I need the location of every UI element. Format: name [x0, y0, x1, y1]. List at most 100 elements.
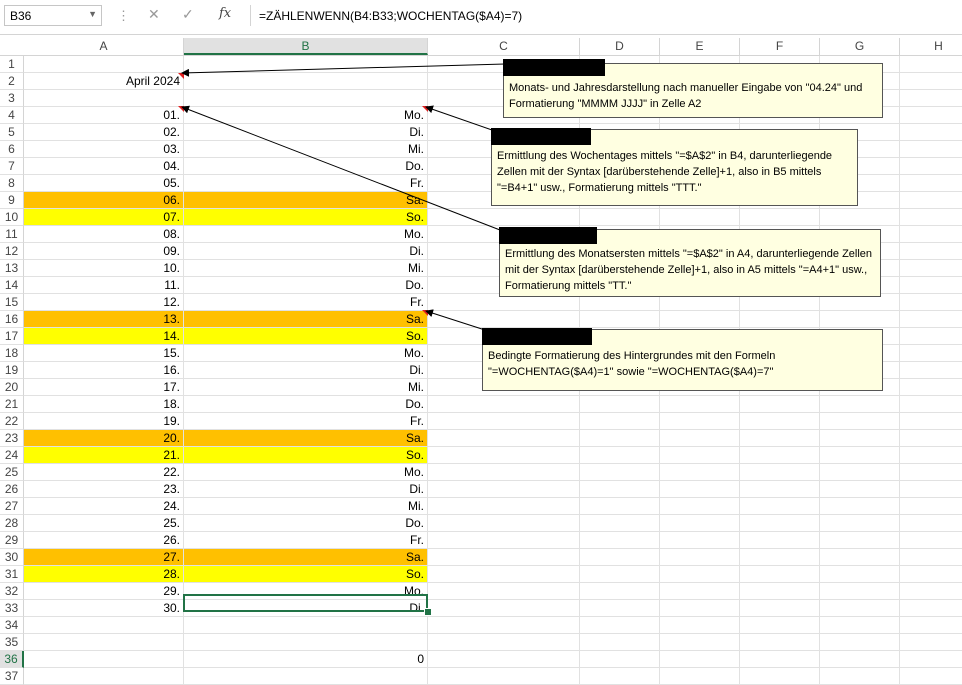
cell-b[interactable]	[184, 668, 428, 685]
row-header[interactable]: 7	[0, 158, 24, 175]
comment-indicator-a2[interactable]	[178, 73, 184, 79]
cell-empty[interactable]	[428, 515, 580, 532]
cell-b[interactable]: Do.	[184, 277, 428, 294]
cell-a[interactable]: 14.	[24, 328, 184, 345]
cell-empty[interactable]	[428, 617, 580, 634]
cell-a[interactable]	[24, 617, 184, 634]
cell-empty[interactable]	[580, 311, 660, 328]
row-header[interactable]: 32	[0, 583, 24, 600]
cell-a[interactable]: 04.	[24, 158, 184, 175]
column-header-g[interactable]: G	[820, 38, 900, 55]
cell-empty[interactable]	[428, 447, 580, 464]
cell-a[interactable]: 30.	[24, 600, 184, 617]
row-header[interactable]: 22	[0, 413, 24, 430]
cell-empty[interactable]	[900, 294, 962, 311]
fx-icon[interactable]: fx	[219, 6, 231, 21]
cell-empty[interactable]	[428, 430, 580, 447]
cell-b[interactable]: Fr.	[184, 413, 428, 430]
cell-b[interactable]: Mo.	[184, 583, 428, 600]
row-header[interactable]: 35	[0, 634, 24, 651]
cell-b[interactable]: Mi.	[184, 141, 428, 158]
row-header[interactable]: 17	[0, 328, 24, 345]
cell-b[interactable]: Di.	[184, 481, 428, 498]
cell-empty[interactable]	[660, 634, 740, 651]
cell-empty[interactable]	[580, 583, 660, 600]
cell-empty[interactable]	[900, 175, 962, 192]
comment-indicator-b4[interactable]	[422, 106, 428, 112]
cell-empty[interactable]	[660, 413, 740, 430]
row-header[interactable]: 26	[0, 481, 24, 498]
cell-empty[interactable]	[740, 532, 820, 549]
cell-empty[interactable]	[740, 600, 820, 617]
cell-empty[interactable]	[740, 668, 820, 685]
cell-a[interactable]: 20.	[24, 430, 184, 447]
cell-a[interactable]: 22.	[24, 464, 184, 481]
cell-empty[interactable]	[900, 311, 962, 328]
row-header[interactable]: 8	[0, 175, 24, 192]
cell-empty[interactable]	[900, 158, 962, 175]
cell-empty[interactable]	[900, 277, 962, 294]
cell-a[interactable]: 02.	[24, 124, 184, 141]
cell-empty[interactable]	[580, 464, 660, 481]
cell-empty[interactable]	[660, 498, 740, 515]
column-header-c[interactable]: C	[428, 38, 580, 55]
row-header[interactable]: 14	[0, 277, 24, 294]
cell-empty[interactable]	[900, 192, 962, 209]
cell-empty[interactable]	[580, 430, 660, 447]
cell-b[interactable]: 0	[184, 651, 428, 668]
cell-a[interactable]: April 2024	[24, 73, 184, 90]
cell-empty[interactable]	[428, 634, 580, 651]
cell-empty[interactable]	[428, 498, 580, 515]
cell-empty[interactable]	[428, 566, 580, 583]
row-header[interactable]: 23	[0, 430, 24, 447]
cell-empty[interactable]	[660, 549, 740, 566]
row-header[interactable]: 10	[0, 209, 24, 226]
row-header[interactable]: 11	[0, 226, 24, 243]
cell-empty[interactable]	[820, 464, 900, 481]
cell-a[interactable]: 06.	[24, 192, 184, 209]
cell-a[interactable]	[24, 634, 184, 651]
cell-empty[interactable]	[660, 651, 740, 668]
column-header-b[interactable]: B	[184, 38, 428, 55]
cell-empty[interactable]	[900, 56, 962, 73]
cell-b[interactable]	[184, 90, 428, 107]
row-header[interactable]: 15	[0, 294, 24, 311]
cell-b[interactable]	[184, 617, 428, 634]
cell-b[interactable]: Sa.	[184, 549, 428, 566]
cell-empty[interactable]	[820, 634, 900, 651]
cell-empty[interactable]	[900, 498, 962, 515]
cell-a[interactable]: 15.	[24, 345, 184, 362]
cell-empty[interactable]	[580, 566, 660, 583]
comment-indicator-a4[interactable]	[178, 106, 184, 112]
cell-a[interactable]: 03.	[24, 141, 184, 158]
cell-a[interactable]	[24, 668, 184, 685]
cell-a[interactable]: 27.	[24, 549, 184, 566]
cell-empty[interactable]	[820, 413, 900, 430]
cell-b[interactable]	[184, 56, 428, 73]
cell-empty[interactable]	[740, 583, 820, 600]
cell-empty[interactable]	[900, 532, 962, 549]
cell-empty[interactable]	[740, 498, 820, 515]
row-header[interactable]: 29	[0, 532, 24, 549]
cell-b[interactable]: Fr.	[184, 532, 428, 549]
column-header-d[interactable]: D	[580, 38, 660, 55]
cell-empty[interactable]	[900, 396, 962, 413]
cell-b[interactable]: Sa.	[184, 430, 428, 447]
cell-empty[interactable]	[428, 413, 580, 430]
cell-b[interactable]: So.	[184, 209, 428, 226]
cell-empty[interactable]	[740, 447, 820, 464]
cell-empty[interactable]	[900, 73, 962, 90]
cell-empty[interactable]	[580, 549, 660, 566]
cell-b[interactable]: Mo.	[184, 464, 428, 481]
cell-b[interactable]: Di.	[184, 362, 428, 379]
cell-b[interactable]: Do.	[184, 396, 428, 413]
cell-b[interactable]: Sa.	[184, 192, 428, 209]
cell-empty[interactable]	[580, 447, 660, 464]
cell-empty[interactable]	[900, 260, 962, 277]
cell-empty[interactable]	[428, 532, 580, 549]
row-header[interactable]: 24	[0, 447, 24, 464]
cell-empty[interactable]	[660, 515, 740, 532]
cell-empty[interactable]	[660, 209, 740, 226]
cell-a[interactable]: 13.	[24, 311, 184, 328]
cell-a[interactable]	[24, 56, 184, 73]
